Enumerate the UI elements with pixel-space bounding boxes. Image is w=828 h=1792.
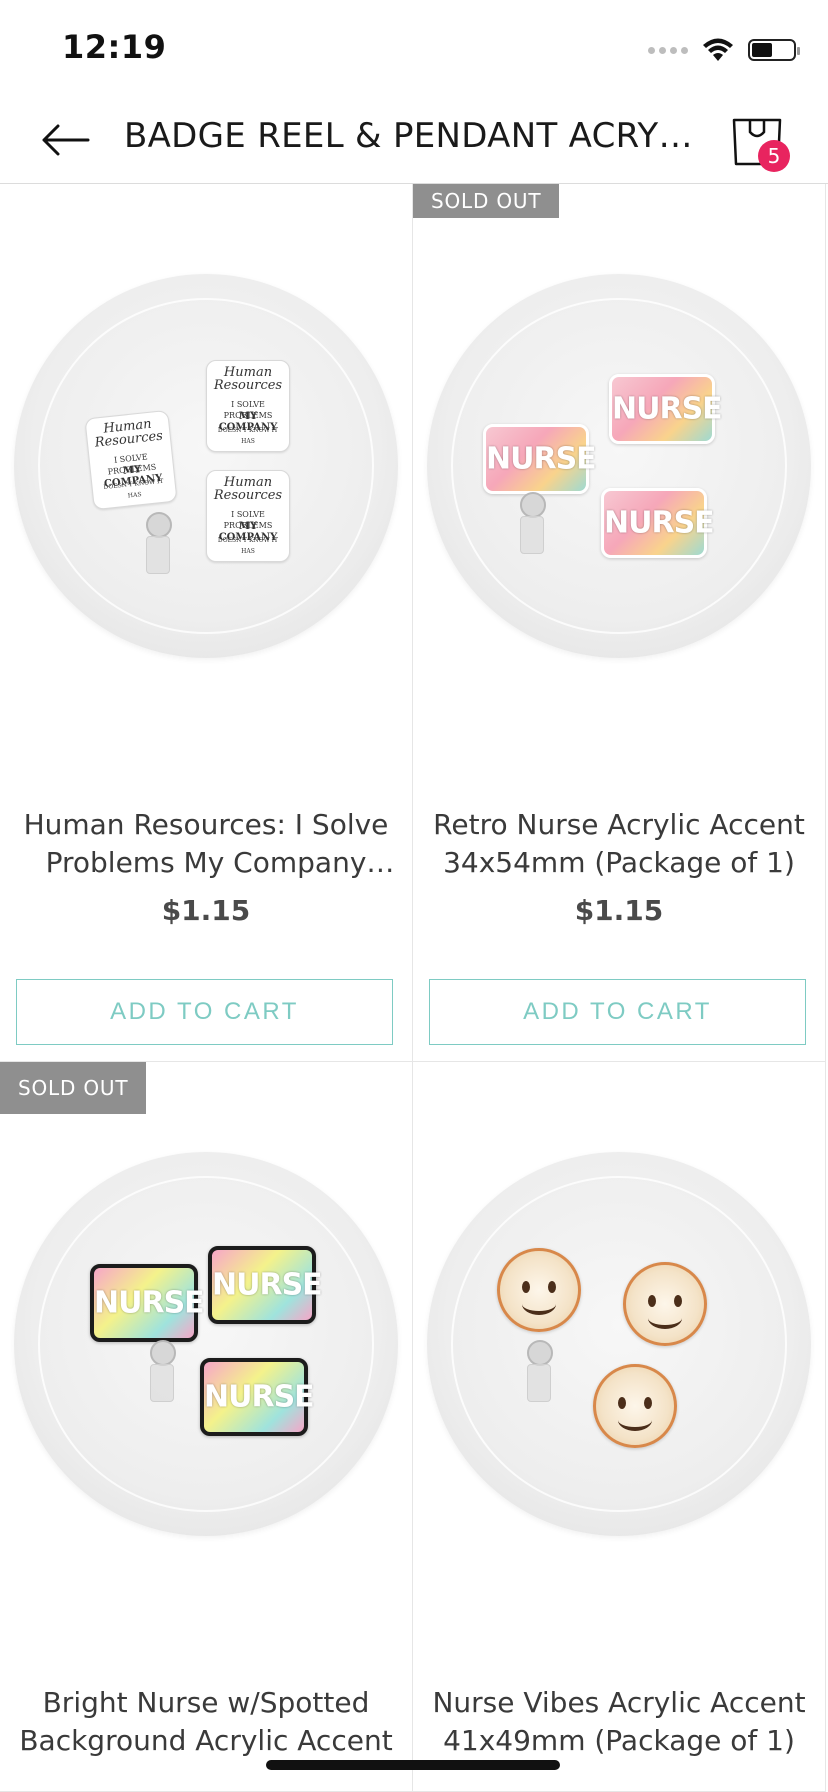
- back-arrow-icon[interactable]: [38, 120, 92, 160]
- hr-badge: Human Resources I SOLVE PROBLEMS MY COMP…: [206, 360, 290, 452]
- badge-reel-icon: [527, 1340, 553, 1366]
- product-card[interactable]: Human Resources I SOLVE PROBLEMS MY COMP…: [0, 184, 413, 1062]
- product-image[interactable]: NURSE NURSE NURSE: [427, 274, 811, 658]
- badge-clip-icon: [150, 1364, 174, 1402]
- nurse-badge: NURSE: [609, 374, 723, 444]
- product-title[interactable]: Human Resources: I Solve Problems My Com…: [12, 806, 400, 882]
- badge-clip-icon: [520, 516, 544, 554]
- nurse-badge-text: NURSE: [612, 391, 723, 427]
- hr-badge-line: Human: [223, 475, 273, 490]
- nurse-badge-text: NURSE: [204, 1379, 315, 1415]
- smiley-pendant: [623, 1262, 707, 1346]
- status-icons: [648, 34, 800, 66]
- hr-badge-line: Resources: [213, 488, 283, 503]
- sold-out-badge: SOLD OUT: [413, 184, 560, 218]
- nurse-badge-text: NURSE: [212, 1267, 323, 1303]
- hr-badge-line: Human: [223, 365, 273, 380]
- hr-badge-line: DOESN'T KNOW IT HAS: [217, 427, 279, 445]
- cart-count-badge: 5: [758, 140, 790, 172]
- hr-badge-line: Resources: [213, 378, 283, 393]
- badge-clip-icon: [146, 536, 170, 574]
- battery-icon: [748, 39, 800, 61]
- nurse-badge-text: NURSE: [604, 505, 715, 541]
- sold-out-badge: SOLD OUT: [0, 1062, 147, 1114]
- status-time: 12:19: [62, 28, 167, 66]
- nurse-badge-text: NURSE: [486, 441, 597, 477]
- product-price: $1.15: [574, 894, 664, 927]
- home-indicator[interactable]: [266, 1760, 560, 1770]
- nurse-badge: NURSE: [601, 488, 715, 558]
- badge-clip-icon: [527, 1364, 551, 1402]
- nurse-badge: NURSE: [90, 1264, 205, 1342]
- add-to-cart-button[interactable]: ADD TO CART: [429, 979, 806, 1045]
- product-title[interactable]: Nurse Vibes Acrylic Accent 41x49mm (Pack…: [425, 1684, 813, 1760]
- product-price: $1.15: [161, 894, 251, 927]
- product-title[interactable]: Bright Nurse w/Spotted Background Acryli…: [12, 1684, 400, 1760]
- smiley-pendant: [497, 1248, 581, 1332]
- status-bar: 12:19: [0, 0, 828, 96]
- navigation-bar: BADGE REEL & PENDANT ACRYLIC A... 5: [0, 96, 828, 184]
- product-title[interactable]: Retro Nurse Acrylic Accent 34x54mm (Pack…: [425, 806, 813, 882]
- badge-reel-icon: [520, 492, 546, 518]
- wifi-icon: [703, 38, 733, 61]
- nurse-badge-text: NURSE: [94, 1285, 205, 1321]
- product-card[interactable]: Nurse Vibes Acrylic Accent 41x49mm (Pack…: [413, 1062, 826, 1792]
- cellular-signal-icon: [648, 46, 688, 54]
- product-card[interactable]: SOLD OUT NURSE NURSE NURSE Retro Nurse A…: [413, 184, 826, 1062]
- badge-reel-icon: [150, 1340, 176, 1366]
- product-image[interactable]: NURSE NURSE NURSE: [14, 1152, 398, 1536]
- hr-badge-line: DOESN'T KNOW IT HAS: [217, 537, 279, 555]
- smiley-pendant: [593, 1364, 677, 1448]
- hr-badge: Human Resources I SOLVE PROBLEMS MY COMP…: [206, 470, 290, 562]
- nurse-badge: NURSE: [208, 1246, 323, 1324]
- product-image[interactable]: Human Resources I SOLVE PROBLEMS MY COMP…: [14, 274, 398, 658]
- product-card[interactable]: SOLD OUT NURSE NURSE NURSE Bright Nurse …: [0, 1062, 413, 1792]
- badge-reel-icon: [146, 512, 172, 538]
- hr-badge: Human Resources I SOLVE PROBLEMS MY COMP…: [84, 409, 178, 511]
- add-to-cart-button[interactable]: ADD TO CART: [16, 979, 393, 1045]
- nurse-badge: NURSE: [483, 424, 597, 494]
- page-title: BADGE REEL & PENDANT ACRYLIC A...: [124, 116, 704, 156]
- nurse-badge: NURSE: [200, 1358, 315, 1436]
- product-image[interactable]: [427, 1152, 811, 1536]
